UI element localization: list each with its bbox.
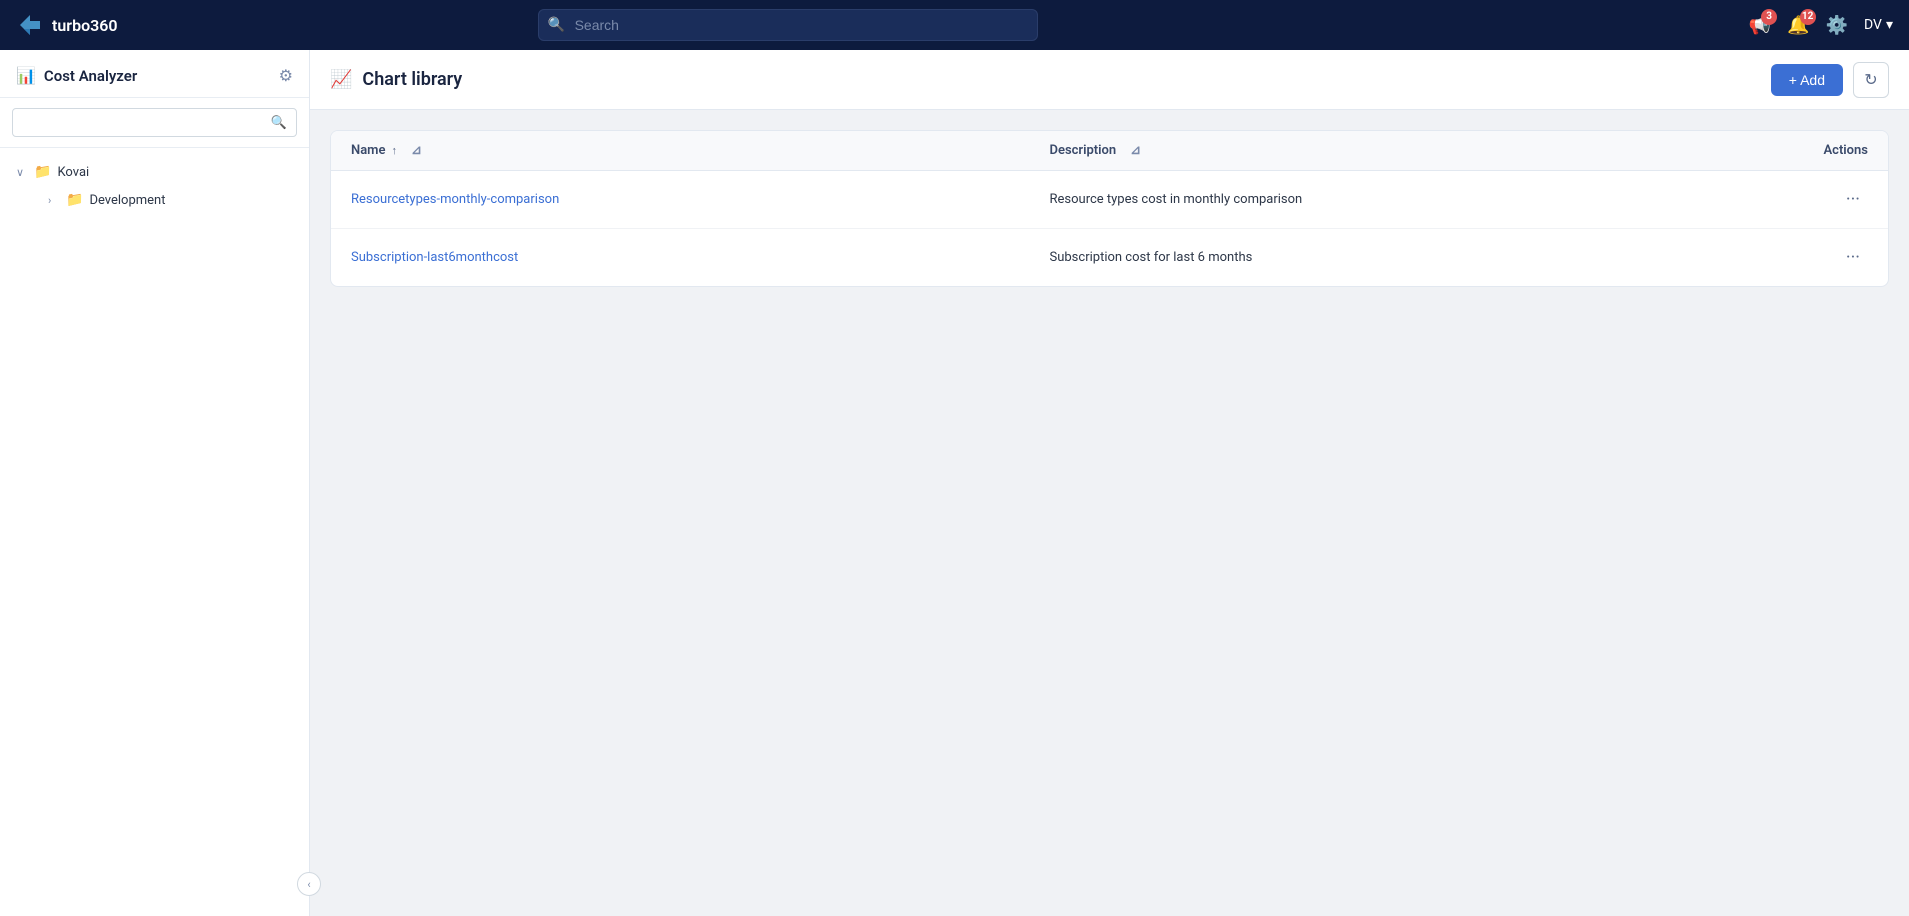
sort-ascending-icon[interactable]: ↑ (391, 144, 397, 157)
table-row: Subscription-last6monthcost Subscription… (331, 229, 1888, 286)
user-initials: DV (1864, 17, 1882, 33)
settings-button[interactable]: ⚙️ (1826, 15, 1848, 36)
column-header-name: Name ↑ ⊿ (351, 143, 1050, 158)
top-navigation: turbo360 🔍 📢 3 🔔 12 ⚙️ DV ▾ (0, 0, 1909, 50)
chart-name-cell-1[interactable]: Resourcetypes-monthly-comparison (351, 192, 1050, 207)
add-button[interactable]: + Add (1771, 64, 1843, 96)
table-header: Name ↑ ⊿ Description ⊿ Actions (331, 131, 1888, 171)
tree-item-kovai[interactable]: ∨ 📁 Kovai (0, 158, 309, 186)
chart-actions-cell-1: ··· (1748, 185, 1868, 214)
chevron-down-icon: ▾ (1886, 17, 1893, 33)
column-header-actions: Actions (1748, 143, 1868, 158)
column-description-label: Description (1050, 143, 1117, 158)
app-body: 📊 Cost Analyzer ⚙ 🔍 ∨ 📁 Kovai › 📁 Develo… (0, 0, 1909, 916)
chevron-right-icon: › (48, 194, 60, 207)
chart-description-cell-1: Resource types cost in monthly compariso… (1050, 192, 1749, 207)
header-actions: + Add ↻ (1771, 62, 1889, 98)
page-title-area: 📈 Chart library (330, 69, 462, 90)
column-header-description: Description ⊿ (1050, 143, 1749, 158)
collapse-icon: ‹ (307, 878, 310, 891)
sidebar-settings-icon[interactable]: ⚙ (279, 66, 293, 85)
sidebar-search-input[interactable] (12, 108, 297, 137)
sidebar-title: Cost Analyzer (44, 67, 137, 85)
column-name-label: Name (351, 143, 385, 158)
tree-label-development: Development (89, 193, 165, 208)
chart-description-cell-2: Subscription cost for last 6 months (1050, 250, 1749, 265)
sidebar-search-area: 🔍 (0, 98, 309, 148)
turbo360-logo-icon (16, 11, 44, 39)
sidebar-collapse-button[interactable]: ‹ (297, 872, 321, 896)
search-icon: 🔍 (548, 17, 565, 33)
filter-name-icon[interactable]: ⊿ (411, 143, 422, 158)
notifications-badge: 3 (1761, 9, 1777, 25)
search-input[interactable] (538, 9, 1038, 41)
sidebar: 📊 Cost Analyzer ⚙ 🔍 ∨ 📁 Kovai › 📁 Develo… (0, 50, 310, 916)
chart-library-icon: 📈 (330, 69, 352, 90)
cost-analyzer-icon: 📊 (16, 66, 36, 85)
nav-right-area: 📢 3 🔔 12 ⚙️ DV ▾ (1749, 15, 1893, 36)
refresh-button[interactable]: ↻ (1853, 62, 1889, 98)
column-actions-label: Actions (1823, 143, 1868, 158)
refresh-icon: ↻ (1864, 70, 1877, 89)
actions-menu-button-2[interactable]: ··· (1838, 243, 1868, 272)
notifications-button[interactable]: 📢 3 (1749, 15, 1771, 36)
app-name: turbo360 (52, 16, 118, 35)
table-container: Name ↑ ⊿ Description ⊿ Actions Resourcet… (310, 110, 1909, 916)
logo-area: turbo360 (16, 11, 176, 39)
chart-name-cell-2[interactable]: Subscription-last6monthcost (351, 250, 1050, 265)
actions-menu-button-1[interactable]: ··· (1838, 185, 1868, 214)
chart-library-table: Name ↑ ⊿ Description ⊿ Actions Resourcet… (330, 130, 1889, 287)
table-row: Resourcetypes-monthly-comparison Resourc… (331, 171, 1888, 229)
alerts-badge: 12 (1800, 9, 1816, 25)
sidebar-tree: ∨ 📁 Kovai › 📁 Development (0, 148, 309, 916)
page-title: Chart library (362, 69, 462, 90)
alerts-button[interactable]: 🔔 12 (1787, 15, 1809, 36)
gear-icon: ⚙️ (1826, 15, 1848, 36)
sidebar-title-area: 📊 Cost Analyzer (16, 66, 137, 85)
chart-actions-cell-2: ··· (1748, 243, 1868, 272)
tree-label-kovai: Kovai (57, 165, 89, 180)
global-search-bar: 🔍 (538, 9, 1038, 41)
sidebar-search-icon: 🔍 (271, 115, 287, 130)
filter-description-icon[interactable]: ⊿ (1130, 143, 1141, 158)
sidebar-header: 📊 Cost Analyzer ⚙ (0, 50, 309, 98)
folder-icon-kovai: 📁 (34, 164, 51, 180)
chevron-down-icon: ∨ (16, 166, 28, 179)
main-content: 📈 Chart library + Add ↻ Name ↑ ⊿ (310, 50, 1909, 916)
tree-item-development[interactable]: › 📁 Development (0, 186, 309, 214)
content-header: 📈 Chart library + Add ↻ (310, 50, 1909, 110)
folder-icon-development: 📁 (66, 192, 83, 208)
user-menu[interactable]: DV ▾ (1864, 17, 1893, 33)
